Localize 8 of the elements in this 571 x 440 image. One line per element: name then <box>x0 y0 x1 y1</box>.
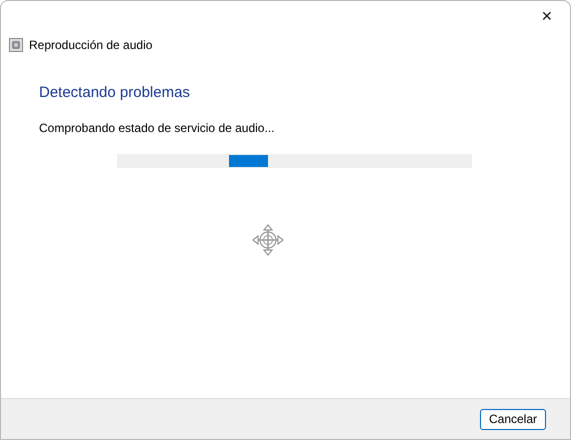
close-button[interactable]: ✕ <box>524 1 570 31</box>
status-text: Comprobando estado de servicio de audio... <box>39 121 276 135</box>
move-cursor-icon <box>252 224 284 256</box>
dialog-title: Reproducción de audio <box>29 38 152 52</box>
progress-indicator <box>228 155 268 167</box>
speaker-icon <box>9 38 23 52</box>
heading: Detectando problemas <box>39 84 191 101</box>
cancel-button[interactable]: Cancelar <box>480 408 546 430</box>
